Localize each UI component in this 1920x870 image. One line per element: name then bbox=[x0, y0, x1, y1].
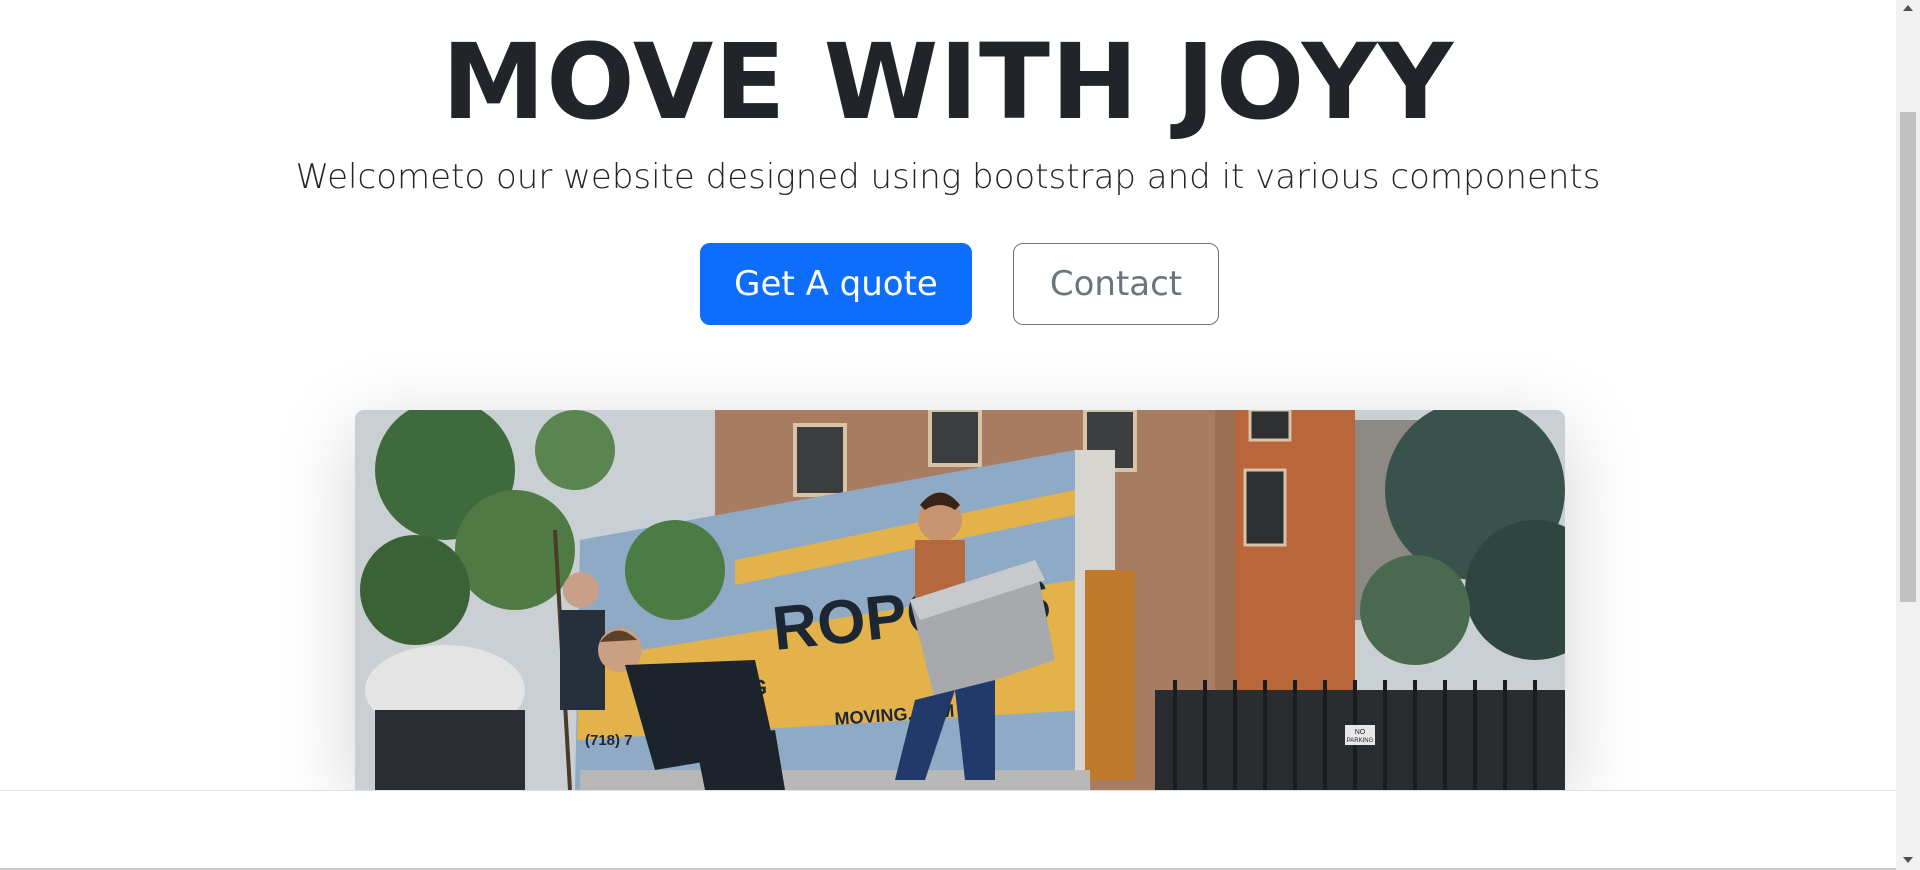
get-a-quote-button[interactable]: Get A quote bbox=[700, 243, 972, 325]
hero-title: MOVE WITH JOYY bbox=[441, 21, 1455, 143]
scrollbar-thumb[interactable] bbox=[1900, 112, 1916, 602]
contact-button[interactable]: Contact bbox=[1013, 243, 1219, 325]
moving-truck-photo: NO PARKING ROPOLIS G MOVING.COM (718) 7 … bbox=[355, 410, 1565, 790]
page: MOVE WITH JOYY Welcometo our website des… bbox=[0, 0, 1920, 870]
sign-text-parking: PARKING bbox=[1347, 738, 1374, 744]
hero-lead: Welcometo our website designed using boo… bbox=[295, 157, 1601, 197]
scroll-up-icon[interactable] bbox=[1896, 0, 1920, 16]
hero-image: NO PARKING ROPOLIS G MOVING.COM (718) 7 … bbox=[355, 410, 1565, 790]
truck-text-phone: (718) 7 bbox=[585, 732, 633, 749]
vertical-scrollbar[interactable] bbox=[1896, 0, 1920, 870]
bottom-bar bbox=[0, 790, 1896, 870]
scroll-down-icon[interactable] bbox=[1896, 852, 1920, 868]
sign-text-no: NO bbox=[1355, 729, 1366, 736]
